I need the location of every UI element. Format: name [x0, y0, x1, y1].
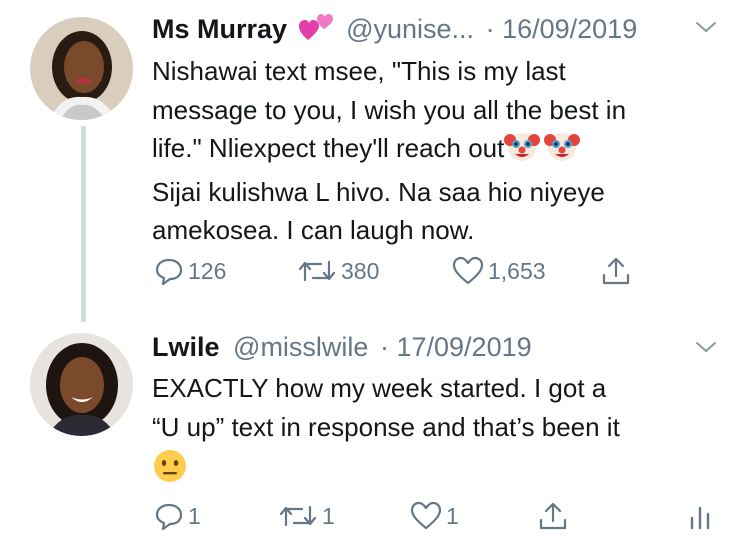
tweet-header: Lwile @misslwile · 17/09/2019: [152, 330, 532, 364]
share-icon: [600, 255, 632, 287]
heart-icon: [410, 501, 442, 531]
retweet-icon: [297, 256, 337, 286]
like-button[interactable]: 1: [410, 501, 459, 531]
tweet-date[interactable]: 16/09/2019: [502, 14, 637, 44]
text-line: “U up” text in response and that’s been …: [152, 411, 620, 442]
reply-icon: [154, 501, 184, 531]
reply-count: 126: [188, 257, 227, 284]
user-handle[interactable]: @yunise...: [346, 14, 474, 44]
display-name[interactable]: Lwile: [152, 332, 220, 362]
avatar[interactable]: [30, 333, 133, 436]
tweet-text: Nishawai text msee, "This is my last mes…: [152, 52, 626, 250]
reply-icon: [154, 256, 184, 286]
retweet-button[interactable]: 380: [297, 256, 379, 286]
text-line: Nishawai text msee, "This is my last: [152, 56, 566, 86]
tweet-date[interactable]: 17/09/2019: [396, 332, 531, 362]
text-line: EXACTLY how my week started. I got a: [152, 373, 607, 403]
reply-button[interactable]: 1: [154, 501, 201, 531]
reply-button[interactable]: 126: [154, 256, 226, 286]
retweet-button[interactable]: 1: [278, 501, 335, 531]
clown-face-icon: [544, 130, 581, 173]
heart-icon: [452, 256, 484, 286]
retweet-count: 1: [322, 502, 335, 529]
tweet-text: EXACTLY how my week started. I got a “U …: [152, 369, 620, 495]
text-line: Sijai kulishwa L hivo. Na saa hio niyeye: [152, 176, 605, 207]
text-line: message to you, I wish you all the best …: [152, 94, 627, 125]
like-button[interactable]: 1,653: [452, 256, 546, 286]
user-handle[interactable]: @misslwile: [233, 332, 368, 362]
thread-line: [81, 126, 86, 322]
two-hearts-icon: [298, 11, 333, 49]
chevron-down-icon[interactable]: [694, 338, 718, 361]
reply-count: 1: [188, 502, 201, 529]
text-line: life." Nliexpect they'll reach out: [152, 133, 505, 163]
analytics-button[interactable]: [688, 502, 712, 532]
share-icon: [537, 500, 569, 532]
tweet-header: Ms Murray @yunise... · 16/09/2019: [152, 11, 637, 49]
share-button[interactable]: [537, 500, 569, 532]
retweet-count: 380: [341, 257, 380, 284]
text-line-with-emoji: life." Nliexpect they'll reach out: [152, 129, 626, 173]
avatar[interactable]: [30, 17, 133, 120]
retweet-icon: [278, 501, 318, 531]
separator-dot: ·: [485, 14, 495, 44]
display-name[interactable]: Ms Murray: [152, 14, 287, 44]
share-button[interactable]: [600, 255, 632, 287]
separator-dot: ·: [379, 332, 389, 362]
text-line: amekosea. I can laugh now.: [152, 215, 475, 245]
neutral-face-icon: [152, 448, 620, 495]
clown-face-icon: [504, 130, 541, 173]
like-count: 1: [446, 502, 459, 529]
analytics-icon: [688, 502, 712, 532]
chevron-down-icon[interactable]: [694, 18, 718, 41]
like-count: 1,653: [488, 257, 546, 284]
